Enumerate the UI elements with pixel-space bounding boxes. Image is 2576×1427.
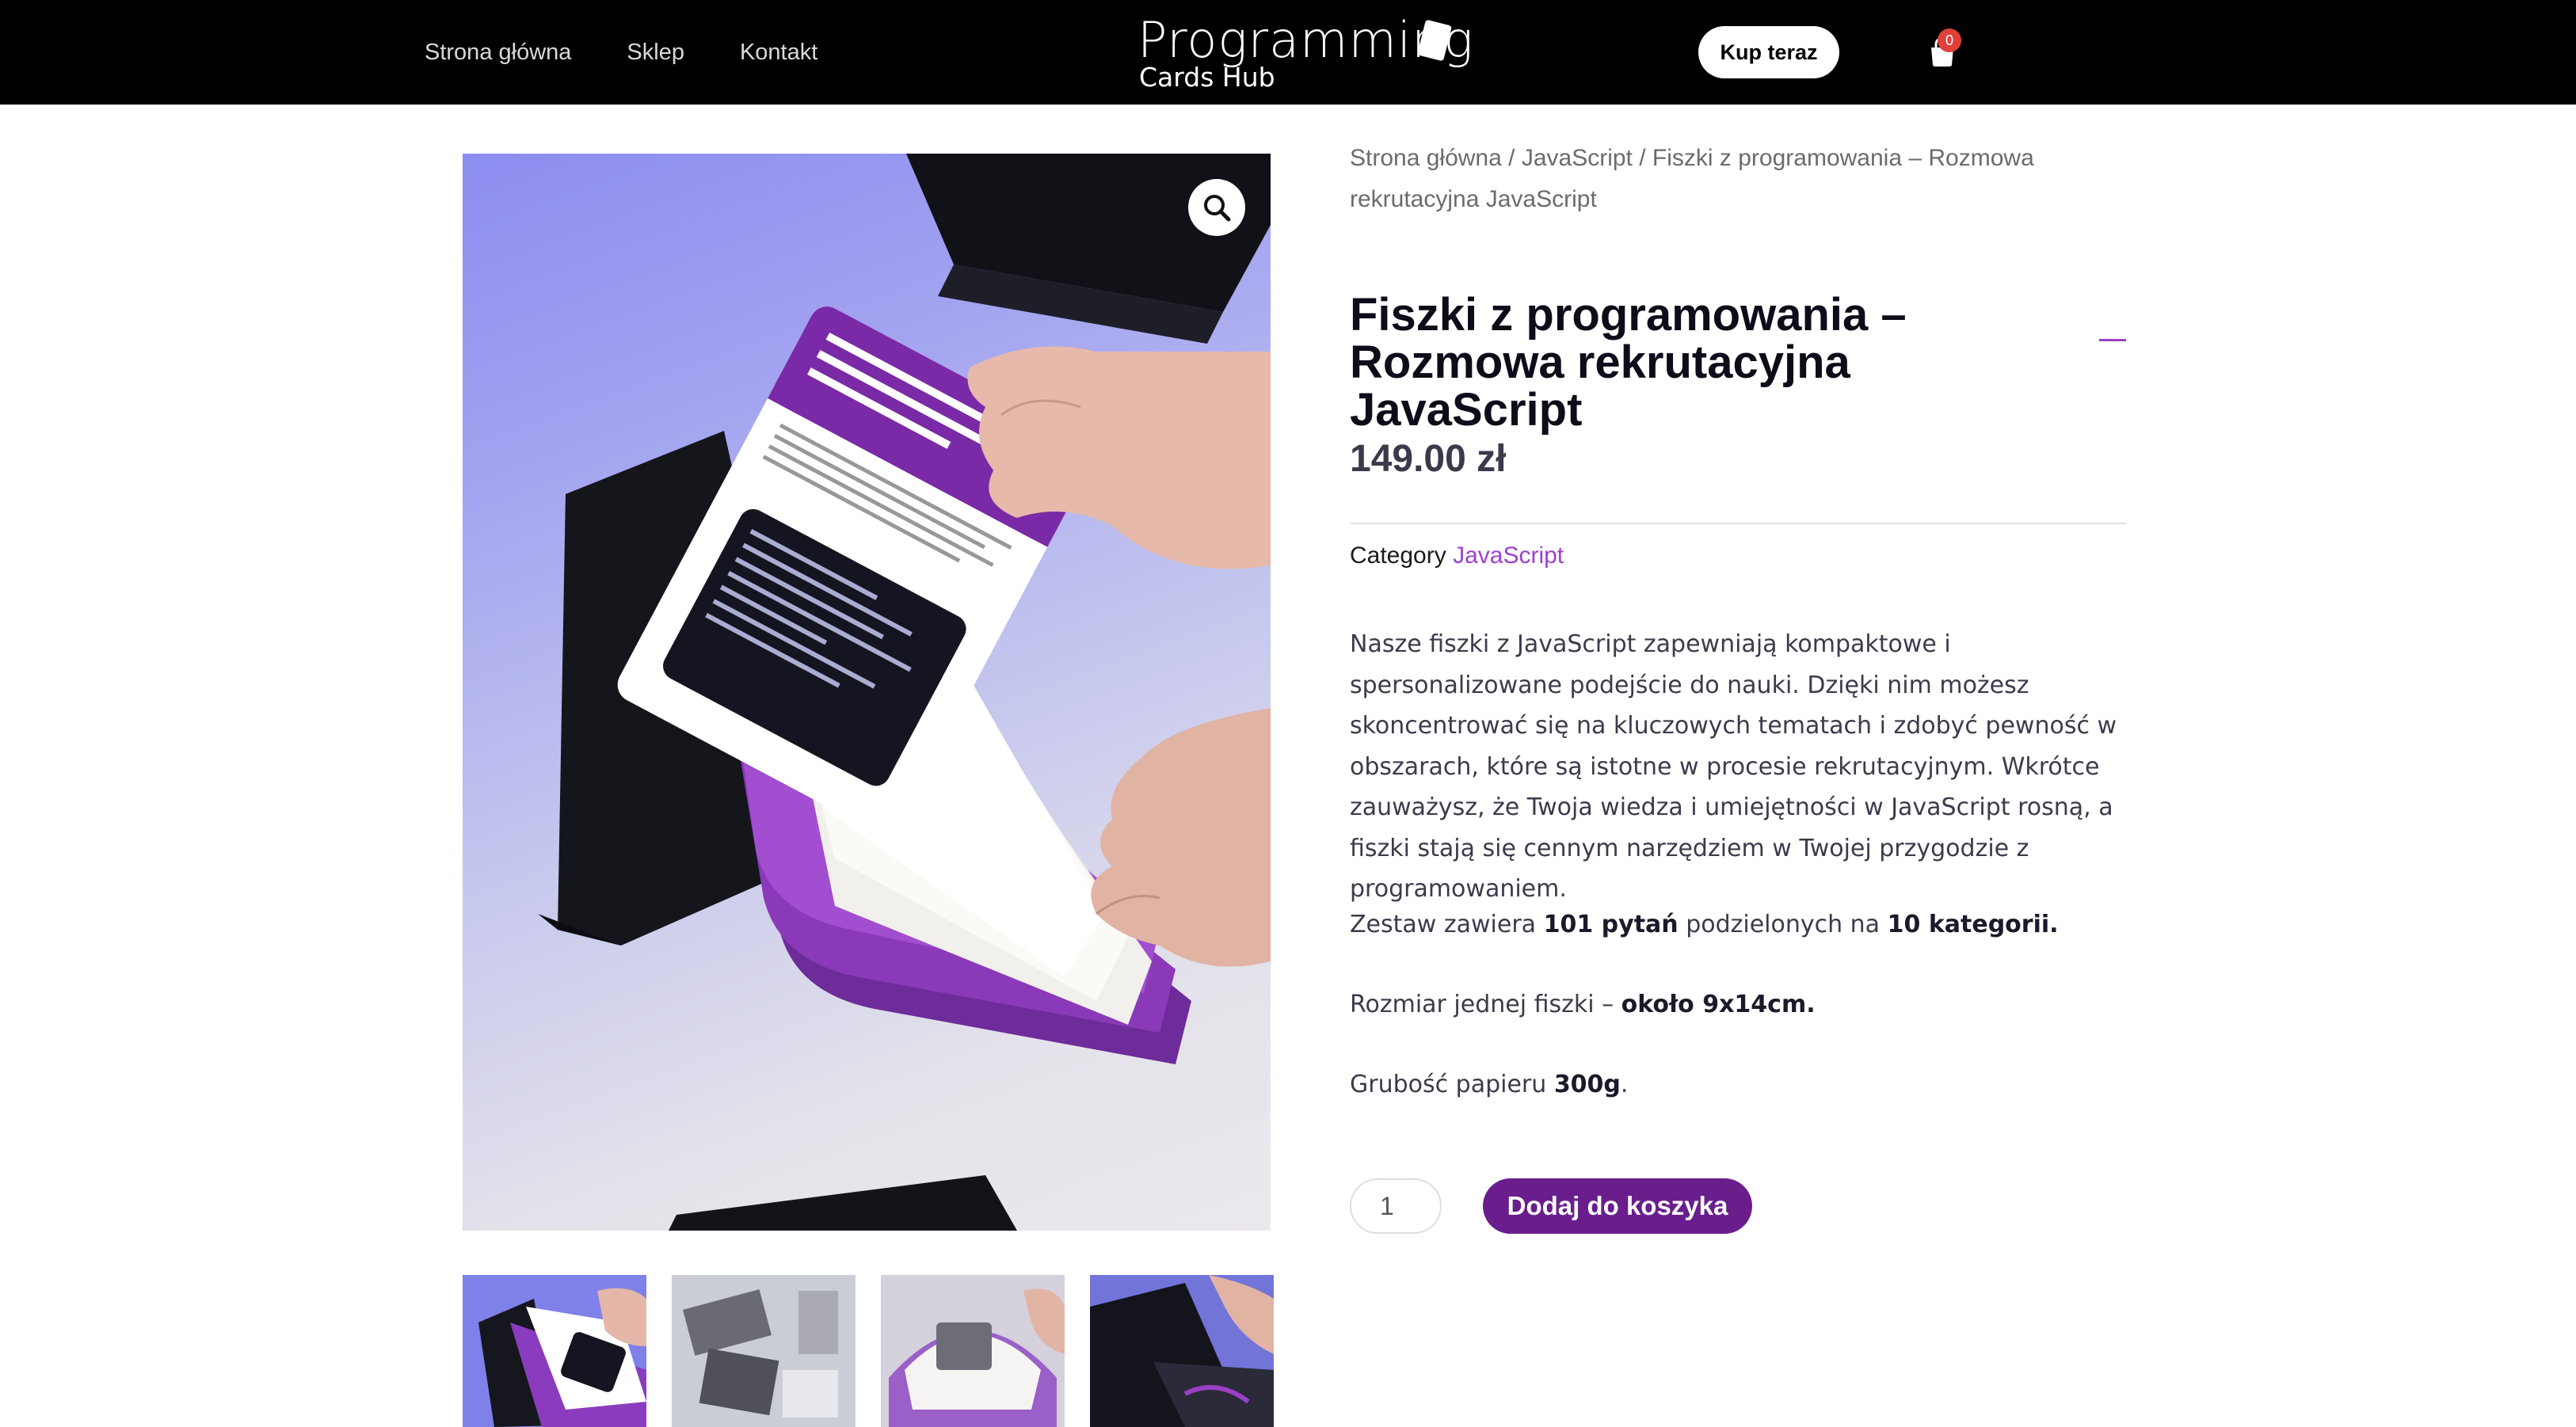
nav-contact[interactable]: Kontakt	[740, 40, 817, 66]
site-header: Strona główna Sklep Kontakt Programming …	[0, 0, 2576, 105]
breadcrumb: Strona główna / JavaScript / Fiszki z pr…	[1350, 138, 2142, 220]
set-categories: 10 kategorii.	[1887, 911, 2059, 938]
set-prefix: Zestaw zawiera	[1350, 911, 1537, 938]
paper-suffix: .	[1620, 1071, 1629, 1098]
size-value: około 9x14cm.	[1621, 991, 1816, 1018]
add-to-cart-button[interactable]: Dodaj do koszyka	[1483, 1178, 1752, 1234]
product-set-info: Zestaw zawiera 101 pytań podzielonych na…	[1350, 908, 2134, 942]
nav-home[interactable]: Strona główna	[425, 40, 571, 66]
breadcrumb-category[interactable]: JavaScript	[1522, 145, 1633, 171]
quantity-input[interactable]: 1	[1350, 1178, 1442, 1234]
thumbnail-4[interactable]	[1090, 1275, 1274, 1427]
nav-shop[interactable]: Sklep	[627, 40, 684, 66]
cart-count-badge: 0	[1938, 29, 1961, 52]
logo-line2: Cards Hub	[1139, 62, 1275, 93]
product-thumbnails	[463, 1275, 1274, 1427]
paper-value: 300g	[1553, 1071, 1621, 1098]
breadcrumb-separator: /	[1639, 145, 1646, 171]
product-size-info: Rozmiar jednej fiszki – około 9x14cm.	[1350, 987, 2134, 1022]
product-title: Fiszki z programowania – Rozmowa rekruta…	[1350, 289, 1907, 436]
thumbnail-1[interactable]	[463, 1275, 646, 1427]
product-price: 149.00 zł	[1350, 438, 1507, 480]
zoom-icon[interactable]	[1188, 179, 1245, 236]
thumbnail-2[interactable]	[672, 1275, 855, 1427]
size-prefix: Rozmiar jednej fiszki –	[1350, 991, 1614, 1018]
thumbnail-3[interactable]	[881, 1275, 1065, 1427]
breadcrumb-separator: /	[1508, 145, 1515, 171]
main-nav: Strona główna Sklep Kontakt	[425, 0, 873, 105]
product-category: Category JavaScript	[1350, 538, 1564, 573]
paper-prefix: Grubość papieru	[1350, 1071, 1547, 1098]
product-paper-info: Grubość papieru 300g.	[1350, 1067, 2134, 1102]
product-description: Nasze fiszki z JavaScript zapewniają kom…	[1350, 630, 2117, 903]
buy-now-button[interactable]: Kup teraz	[1698, 26, 1839, 78]
product-main-image[interactable]	[463, 154, 1271, 1231]
breadcrumb-home[interactable]: Strona główna	[1350, 145, 1502, 171]
category-link[interactable]: JavaScript	[1453, 542, 1564, 569]
set-middle: podzielonych na	[1686, 911, 1881, 938]
category-label: Category	[1350, 542, 1446, 569]
divider	[1350, 523, 2126, 524]
title-accent-line	[2099, 339, 2126, 341]
set-count: 101 pytań	[1543, 911, 1679, 938]
site-logo[interactable]: Programming Cards Hub	[1137, 14, 1473, 93]
